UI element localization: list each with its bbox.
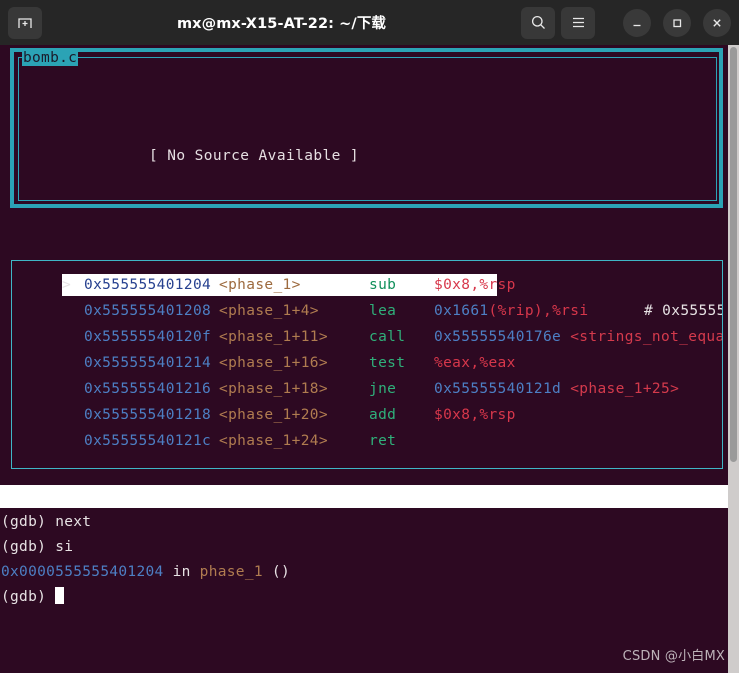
assembly-panel[interactable]: >0x555555401204 <phase_1> sub $0x8,%rsp 0x55… [11,260,723,469]
assembly-mnemonic: jne [369,381,397,397]
gdb-console[interactable]: (gdb) next (gdb) si 0x0000555555401204 in … [0,510,728,610]
assembly-operands: 0x55555540176e <strings_not_equal> [434,324,722,350]
search-button[interactable] [521,6,555,39]
assembly-operands: 0x1661(%rip),%rsi [434,298,588,324]
assembly-operands: %eax,%eax [434,350,516,376]
assembly-operand: <strings_not_equal> [570,329,722,345]
terminal-content[interactable]: [ No Source Available ] bomb.c >0x555555… [0,45,739,673]
text-cursor[interactable] [55,587,65,604]
assembly-operand [561,381,570,397]
new-tab-icon [18,17,32,28]
assembly-symbol: <phase_1+18> [219,381,328,397]
source-panel-body: [ No Source Available ] [21,63,715,199]
gdb-prompt: (gdb) [1,589,56,605]
gdb-prompt: (gdb) [1,539,56,555]
assembly-operand: %eax,%eax [434,355,516,371]
hamburger-menu-icon [572,17,584,28]
assembly-line-list: >0x555555401204 <phase_1> sub $0x8,%rsp 0x55… [12,272,722,454]
assembly-operand: 0x1661 [434,303,489,319]
console-output-symbol: phase_1 [199,564,263,580]
status-bar: multi-thre Thread 0x7ffff7d807 In: phase… [0,485,728,508]
assembly-mnemonic: lea [369,303,397,319]
assembly-operand: %rsi [552,303,589,319]
assembly-operands: $0x8,%rsp [434,402,516,428]
assembly-line[interactable]: 0x55555540121c <phase_1+24> ret [12,428,722,454]
assembly-address: 0x555555401214 [84,355,212,371]
maximize-icon [673,18,682,27]
assembly-operands: 0x55555540121d <phase_1+25> [434,376,679,402]
assembly-address: 0x55555540121c [84,433,212,449]
assembly-operand [561,329,570,345]
assembly-operand: ) [533,303,543,319]
console-output-tail: () [262,564,290,580]
assembly-operand: <phase_1+25> [570,381,680,397]
window-titlebar: mx@mx-X15-AT-22: ~/下载 [0,0,739,45]
assembly-line[interactable]: 0x555555401218 <phase_1+20> add $0x8,%rsp [12,402,722,428]
source-panel-title: bomb.c [22,50,79,66]
console-line: (gdb) si [0,535,728,560]
window-controls [521,6,731,39]
no-source-message: [ No Source Available ] [149,148,359,164]
search-icon [531,15,545,29]
assembly-mnemonic: add [369,407,397,423]
assembly-line[interactable]: 0x55555540120f <phase_1+11> call 0x55555540… [12,324,722,350]
assembly-address: 0x555555401216 [84,381,212,397]
assembly-operand: $0x8,%rsp [434,277,516,293]
assembly-line[interactable]: 0x555555401214 <phase_1+16> test %eax,%eax [12,350,722,376]
close-icon [713,18,721,27]
console-line: (gdb) next [0,510,728,535]
gdb-command: si [55,539,74,555]
assembly-comment: # 0x555555 [644,303,722,319]
gdb-prompt: (gdb) [1,514,56,530]
assembly-symbol: <phase_1+20> [219,407,328,423]
assembly-operand: 0x55555540121d [434,381,562,397]
new-tab-button[interactable] [8,6,42,39]
assembly-symbol: <phase_1+16> [219,355,328,371]
assembly-address: 0x555555401218 [84,407,212,423]
minimize-button[interactable] [623,8,651,37]
window-title: mx@mx-X15-AT-22: ~/下载 [176,16,387,32]
vertical-scrollbar[interactable] [728,45,739,673]
assembly-symbol: <phase_1+4> [219,303,319,319]
assembly-operand: %rip [497,303,534,319]
scrollbar-thumb[interactable] [730,47,737,462]
assembly-address: 0x555555401208 [84,303,212,319]
console-output-text: in [163,564,200,580]
assembly-operand: $0x8,%rsp [434,407,516,423]
maximize-button[interactable] [663,8,691,37]
assembly-address: 0x555555401204 [84,277,212,293]
assembly-line[interactable]: 0x555555401208 <phase_1+4> lea 0x1661(%rip)… [12,298,722,324]
current-line-marker: > [62,277,72,293]
assembly-line[interactable]: >0x555555401204 <phase_1> sub $0x8,%rsp [12,272,722,298]
assembly-symbol: <phase_1+24> [219,433,328,449]
assembly-mnemonic: sub [369,277,397,293]
assembly-line[interactable]: 0x555555401216 <phase_1+18> jne 0x555555401… [12,376,722,402]
menu-button[interactable] [561,6,595,39]
console-output-address: 0x0000555555401204 [1,564,164,580]
assembly-mnemonic: call [369,329,406,345]
watermark: CSDN @小白MX [622,649,725,664]
console-line: 0x0000555555401204 in phase_1 () [0,560,728,585]
assembly-mnemonic: test [369,355,406,371]
console-input-line[interactable]: (gdb) [0,585,728,610]
close-button[interactable] [703,8,731,37]
assembly-operands: $0x8,%rsp [434,272,516,298]
assembly-address: 0x55555540120f [84,329,212,345]
assembly-operand: ( [488,303,498,319]
gdb-command: next [55,514,92,530]
minimize-icon [633,24,641,26]
assembly-symbol: <phase_1> [219,277,301,293]
assembly-operand: , [543,303,553,319]
assembly-operand: 0x55555540176e [434,329,562,345]
assembly-mnemonic: ret [369,433,397,449]
terminal-window: mx@mx-X15-AT-22: ~/下载 [No Source Availa… [0,0,739,673]
assembly-symbol: <phase_1+11> [219,329,328,345]
